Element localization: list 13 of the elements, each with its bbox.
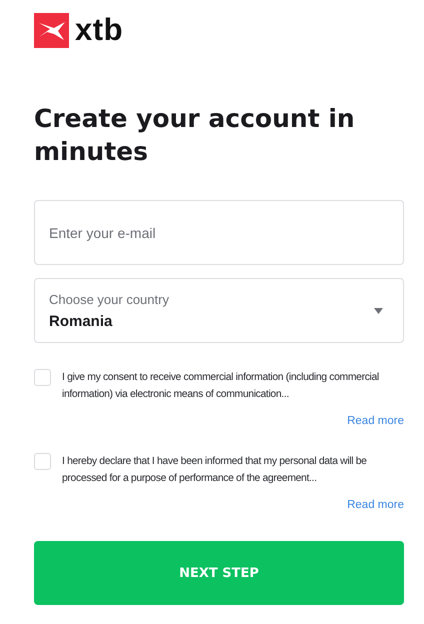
consent-checkbox[interactable] — [34, 453, 51, 470]
read-more-link[interactable]: Read more — [347, 415, 404, 427]
caret-icon — [374, 308, 383, 314]
country-select[interactable]: Choose your country Romania — [34, 278, 404, 343]
read-more-link[interactable]: Read more — [347, 499, 404, 511]
next-step-button[interactable]: NEXT STEP — [34, 541, 404, 605]
logo-icon — [34, 12, 69, 48]
consent-text: I hereby declare that I have been informed that my personal data will be processed for a purpose of performance of the agreement... — [62, 455, 368, 486]
consent-checkbox[interactable] — [34, 369, 51, 386]
consent-text: I give my consent to receive commercial information (including commercial information) via electronic means of communication... — [62, 371, 380, 402]
page-heading: Create your account in minutes — [34, 103, 356, 168]
email-field[interactable]: Enter your e-mail — [34, 200, 404, 265]
logo-text: xtb — [75, 12, 123, 48]
